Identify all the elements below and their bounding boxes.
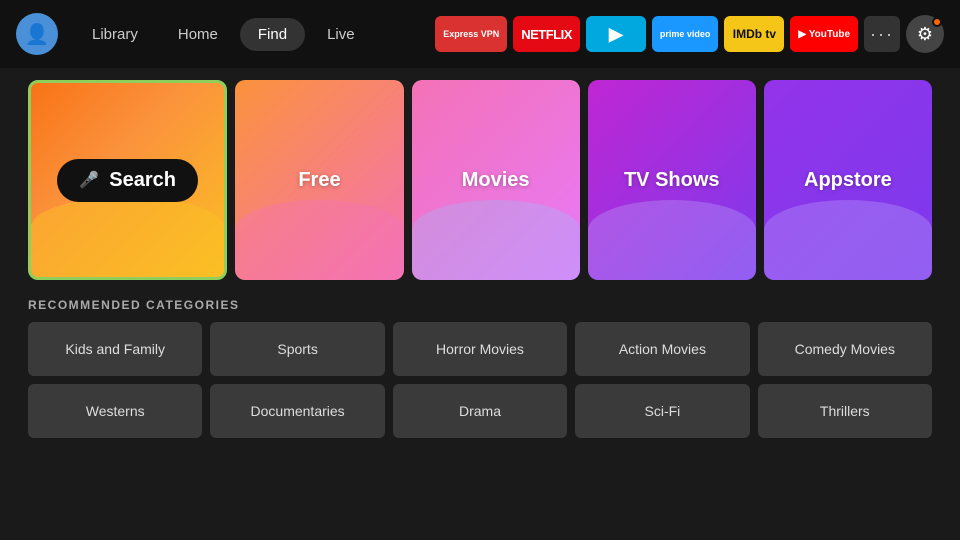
category-sports[interactable]: Sports — [210, 322, 384, 376]
avatar[interactable]: 👤 — [16, 13, 58, 55]
search-label: Search — [109, 169, 176, 192]
search-card[interactable]: 🎤 Search — [28, 80, 227, 280]
category-westerns[interactable]: Westerns — [28, 384, 202, 438]
free-label: Free — [298, 169, 340, 192]
nav-apps: Express VPN NETFLIX ▶ prime video IMDb t… — [435, 15, 944, 53]
gear-icon: ⚙ — [917, 24, 933, 45]
nav-item-library[interactable]: Library — [74, 18, 156, 51]
movies-card[interactable]: Movies — [412, 80, 580, 280]
app-expressvpn[interactable]: Express VPN — [435, 16, 507, 52]
app-primevideo[interactable]: prime video — [652, 16, 719, 52]
category-scifi[interactable]: Sci-Fi — [575, 384, 749, 438]
appstore-card[interactable]: Appstore — [764, 80, 932, 280]
app-netflix[interactable]: NETFLIX — [513, 16, 580, 52]
search-button[interactable]: 🎤 Search — [57, 159, 198, 202]
tvshows-card[interactable]: TV Shows — [588, 80, 756, 280]
nav-item-find[interactable]: Find — [240, 18, 305, 51]
settings-badge — [932, 17, 942, 27]
avatar-icon: 👤 — [25, 22, 50, 47]
main-content: 🎤 Search Free Movies TV Shows Appstore R… — [0, 68, 960, 450]
app-freevee[interactable]: ▶ — [586, 16, 646, 52]
category-horror-movies[interactable]: Horror Movies — [393, 322, 567, 376]
nav-item-live[interactable]: Live — [309, 18, 373, 51]
category-drama[interactable]: Drama — [393, 384, 567, 438]
tvshows-label: TV Shows — [624, 169, 720, 192]
free-card[interactable]: Free — [235, 80, 403, 280]
more-button[interactable]: ··· — [864, 16, 900, 52]
app-youtube[interactable]: ▶ YouTube — [790, 16, 858, 52]
nav-items: Library Home Find Live — [74, 18, 373, 51]
app-imdb[interactable]: IMDb tv — [724, 16, 784, 52]
category-documentaries[interactable]: Documentaries — [210, 384, 384, 438]
big-cards-row: 🎤 Search Free Movies TV Shows Appstore — [28, 80, 932, 280]
category-kids-family[interactable]: Kids and Family — [28, 322, 202, 376]
recommended-title: RECOMMENDED CATEGORIES — [28, 298, 932, 312]
category-action-movies[interactable]: Action Movies — [575, 322, 749, 376]
categories-grid: Kids and Family Sports Horror Movies Act… — [28, 322, 932, 438]
header: 👤 Library Home Find Live Express VPN NET… — [0, 0, 960, 68]
category-comedy-movies[interactable]: Comedy Movies — [758, 322, 932, 376]
appstore-label: Appstore — [804, 169, 892, 192]
settings-button[interactable]: ⚙ — [906, 15, 944, 53]
microphone-icon: 🎤 — [79, 170, 99, 190]
movies-label: Movies — [462, 169, 530, 192]
nav-item-home[interactable]: Home — [160, 18, 236, 51]
category-thrillers[interactable]: Thrillers — [758, 384, 932, 438]
